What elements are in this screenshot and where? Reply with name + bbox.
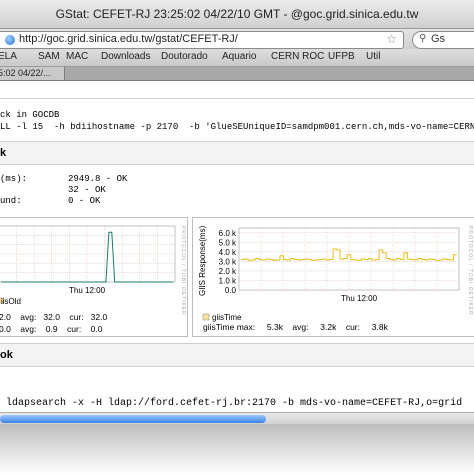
- metric-value-3: 0 - OK: [68, 196, 101, 206]
- metric-value-2: 32 - OK: [68, 185, 106, 195]
- metric-label-1: (ms):: [0, 174, 28, 184]
- section-header-2: ok: [0, 343, 474, 367]
- search-text[interactable]: Gs: [431, 33, 445, 45]
- right-legend-swatch: [202, 313, 210, 321]
- bookmarks-bar: ELA SAM MAC Downloads Doutorado Aquario …: [0, 49, 474, 67]
- left-x-tick: Thu 12:00: [69, 286, 106, 295]
- bookmark-cern-roc[interactable]: CERN ROC: [271, 51, 324, 62]
- url-toolbar: http://goc.grid.sinica.edu.tw/gstat/CEFE…: [0, 29, 474, 49]
- right-y-tick: 6.0 k: [219, 229, 237, 238]
- bookmark-aquario[interactable]: Aquario: [222, 51, 256, 62]
- search-input[interactable]: ⚲ Gs: [412, 31, 474, 49]
- section-header-1: k: [0, 141, 474, 165]
- tab-strip: 5:02 04/22/...: [0, 67, 474, 81]
- section-title-2: ok: [0, 349, 13, 361]
- bookmark-ela[interactable]: ELA: [0, 51, 17, 62]
- bookmark-doutorado[interactable]: Doutorado: [161, 51, 208, 62]
- bookmark-util[interactable]: Util: [366, 51, 380, 62]
- right-y-tick: 0.0: [225, 286, 237, 295]
- bookmark-ufpb[interactable]: UFPB: [328, 51, 355, 62]
- right-chart-panel: GIIS Response(ms) PROTOCOL / TOBI OETIKE…: [192, 217, 474, 337]
- right-y-tick: 2.0 k: [219, 267, 237, 276]
- left-legend-label: iisOld: [1, 297, 21, 306]
- metric-label-3: und:: [0, 196, 22, 206]
- right-y-tick: 1.0 k: [219, 276, 237, 285]
- globe-icon: [5, 35, 15, 45]
- right-legend-label: giisTime: [212, 313, 242, 322]
- left-stats-1: 2.0 avg: 32.0 cur: 32.0: [0, 312, 108, 322]
- tab-label: 5:02 04/22/...: [0, 68, 51, 78]
- right-chart-side-label: PROTOCOL / TOBI OETIKER: [467, 226, 473, 316]
- scrollbar-thumb[interactable]: [0, 415, 266, 423]
- left-stats-2: 0.0 avg: 0.9 cur: 0.0: [0, 324, 103, 334]
- left-chart-side-label: PROTOCOL / TOBI OETIKER: [180, 226, 186, 316]
- divider: [0, 98, 474, 99]
- right-y-tick: 5.0 k: [219, 238, 237, 247]
- address-bar[interactable]: http://goc.grid.sinica.edu.tw/gstat/CEFE…: [0, 31, 404, 49]
- bookmark-sam[interactable]: SAM: [38, 51, 60, 62]
- bookmark-downloads[interactable]: Downloads: [101, 51, 150, 62]
- section-title-1: k: [0, 147, 7, 159]
- window-titlebar: GStat: CEFET-RJ 23:25:02 04/22/10 GMT - …: [0, 0, 474, 29]
- ldap-command-line: LL -l 15 -h bdiihostname -p 2170 -b 'Glu…: [0, 122, 474, 132]
- address-text[interactable]: http://goc.grid.sinica.edu.tw/gstat/CEFE…: [19, 33, 238, 45]
- bookmark-star-icon[interactable]: ☆: [386, 32, 397, 46]
- bookmark-mac[interactable]: MAC: [66, 51, 88, 62]
- right-y-tick: 3.0 k: [219, 257, 237, 266]
- window-shadow: [0, 424, 474, 474]
- right-x-tick: Thu 12:00: [341, 294, 378, 303]
- right-chart-svg: GIIS Response(ms) PROTOCOL / TOBI OETIKE…: [198, 225, 473, 322]
- right-y-tick: 4.0 k: [219, 248, 237, 257]
- search-icon: ⚲: [419, 33, 427, 44]
- ldapsearch-command: ldapsearch -x -H ldap://ford.cefet-rj.br…: [0, 398, 463, 409]
- window-title: GStat: CEFET-RJ 23:25:02 04/22/10 GMT - …: [55, 7, 419, 21]
- metric-value-1: 2949.8 - OK: [68, 174, 128, 184]
- right-stats: giisTime max: 5.3k avg: 3.2k cur: 3.8k: [203, 322, 388, 332]
- gocdb-line: ck in GOCDB: [0, 110, 60, 120]
- left-chart-panel: PROTOCOL / TOBI OETIKER Thu 12:00 iisOld…: [0, 217, 188, 337]
- tab-current[interactable]: 5:02 04/22/...: [0, 67, 65, 80]
- right-y-label: GIIS Response(ms): [198, 225, 207, 296]
